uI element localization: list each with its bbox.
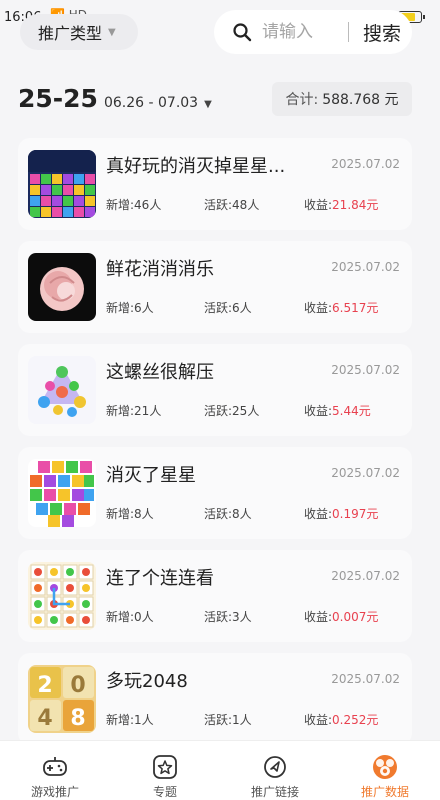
- promo-type-label: 推广类型: [38, 24, 103, 43]
- promo-type-dropdown[interactable]: 推广类型 ▼: [20, 14, 138, 50]
- chevron-down-icon: ▼: [108, 26, 116, 38]
- income: 收益:21.84元: [304, 196, 378, 213]
- search-bar: 搜索: [214, 10, 412, 54]
- game-date: 2025.07.02: [331, 466, 400, 480]
- income-label: 收益:: [304, 713, 333, 727]
- tab-label: 推广链接: [250, 785, 299, 799]
- new-users: 新增:8人: [106, 507, 154, 521]
- game-thumbnail: [28, 253, 96, 321]
- game-thumbnail: [28, 562, 96, 630]
- bottom-tab-bar: 游戏推广 专题 推广链接 推广数据: [0, 740, 440, 800]
- game-thumbnail: [28, 459, 96, 527]
- tab-game-promotion[interactable]: 游戏推广: [0, 741, 110, 800]
- game-date: 2025.07.02: [331, 260, 400, 274]
- income-value: 5.44元: [332, 404, 371, 418]
- svg-text:4: 4: [37, 706, 52, 731]
- game-title: 真好玩的消灭掉星星...: [106, 156, 286, 177]
- star-icon: [153, 755, 177, 779]
- search-divider: [348, 22, 349, 42]
- game-title: 消灭了星星: [106, 465, 196, 486]
- income: 收益:6.517元: [304, 299, 378, 316]
- new-users: 新增:46人: [106, 198, 162, 212]
- tab-label: 推广数据: [360, 785, 409, 799]
- income-label: 收益:: [304, 507, 333, 521]
- search-input[interactable]: [262, 22, 338, 42]
- svg-text:2: 2: [37, 673, 52, 698]
- game-card[interactable]: 连了个连连看 2025.07.02 新增:0人 活跃:3人 收益:0.007元: [18, 550, 412, 642]
- game-card[interactable]: 消灭了星星 2025.07.02 新增:8人 活跃:8人 收益:0.197元: [18, 447, 412, 539]
- income-value: 0.252元: [332, 713, 379, 727]
- active-users: 活跃:6人: [204, 301, 252, 315]
- game-date: 2025.07.02: [331, 569, 400, 583]
- week-selector[interactable]: 25-25 06.26 - 07.03 ▼: [18, 84, 212, 113]
- income-label: 收益:: [304, 404, 333, 418]
- search-icon: [233, 23, 252, 42]
- caret-down-icon: ▼: [204, 99, 212, 110]
- tab-topics[interactable]: 专题: [110, 741, 220, 800]
- game-list: 真好玩的消灭掉星星... 2025.07.02 新增:46人 活跃:48人 收益…: [18, 138, 412, 756]
- active-users: 活跃:3人: [204, 610, 252, 624]
- income: 收益:5.44元: [304, 402, 371, 419]
- game-title: 连了个连连看: [106, 568, 214, 589]
- tab-label: 专题: [152, 785, 177, 799]
- game-date: 2025.07.02: [331, 157, 400, 171]
- game-thumbnail: [28, 150, 96, 218]
- game-thumbnail: [28, 356, 96, 424]
- game-card[interactable]: 2 0 4 8 多玩2048 2025.07.02 新增:1人 活跃:1人 收益…: [18, 653, 412, 745]
- game-date: 2025.07.02: [331, 363, 400, 377]
- game-card[interactable]: 鲜花消消消乐 2025.07.02 新增:6人 活跃:6人 收益:6.517元: [18, 241, 412, 333]
- search-button[interactable]: 搜索: [363, 19, 401, 46]
- active-users: 活跃:8人: [204, 507, 252, 521]
- data-icon: [373, 755, 397, 779]
- income-value: 21.84元: [332, 198, 379, 212]
- game-date: 2025.07.02: [331, 672, 400, 686]
- active-users: 活跃:1人: [204, 713, 252, 727]
- svg-text:8: 8: [70, 706, 85, 731]
- game-title: 鲜花消消消乐: [106, 259, 214, 280]
- income-label: 收益:: [304, 198, 333, 212]
- game-card[interactable]: 这螺丝很解压 2025.07.02 新增:21人 活跃:25人 收益:5.44元: [18, 344, 412, 436]
- new-users: 新增:6人: [106, 301, 154, 315]
- income: 收益:0.252元: [304, 711, 378, 728]
- game-title: 这螺丝很解压: [106, 362, 214, 383]
- income-label: 收益:: [304, 301, 333, 315]
- link-icon: [264, 756, 286, 778]
- tab-label: 游戏推广: [30, 785, 79, 799]
- total-label: 合计:: [285, 92, 319, 108]
- tab-promo-links[interactable]: 推广链接: [220, 741, 330, 800]
- income-label: 收益:: [304, 610, 333, 624]
- active-users: 活跃:25人: [204, 404, 260, 418]
- week-label: 25-25: [18, 84, 98, 113]
- game-title: 多玩2048: [106, 671, 188, 692]
- game-card[interactable]: 真好玩的消灭掉星星... 2025.07.02 新增:46人 活跃:48人 收益…: [18, 138, 412, 230]
- total-value: 588.768 元: [322, 92, 399, 108]
- gamepad-icon: [43, 757, 67, 776]
- date-range: 06.26 - 07.03: [103, 95, 199, 111]
- income-value: 6.517元: [332, 301, 379, 315]
- income: 收益:0.197元: [304, 505, 378, 522]
- total-summary: 合计: 588.768 元: [272, 82, 412, 116]
- income-value: 0.197元: [332, 507, 379, 521]
- active-users: 活跃:48人: [204, 198, 260, 212]
- svg-text:0: 0: [70, 673, 85, 698]
- game-thumbnail: 2 0 4 8: [28, 665, 96, 733]
- income: 收益:0.007元: [304, 608, 378, 625]
- income-value: 0.007元: [332, 610, 379, 624]
- new-users: 新增:21人: [106, 404, 162, 418]
- new-users: 新增:1人: [106, 713, 154, 727]
- tab-promo-data[interactable]: 推广数据: [330, 741, 440, 800]
- new-users: 新增:0人: [106, 610, 154, 624]
